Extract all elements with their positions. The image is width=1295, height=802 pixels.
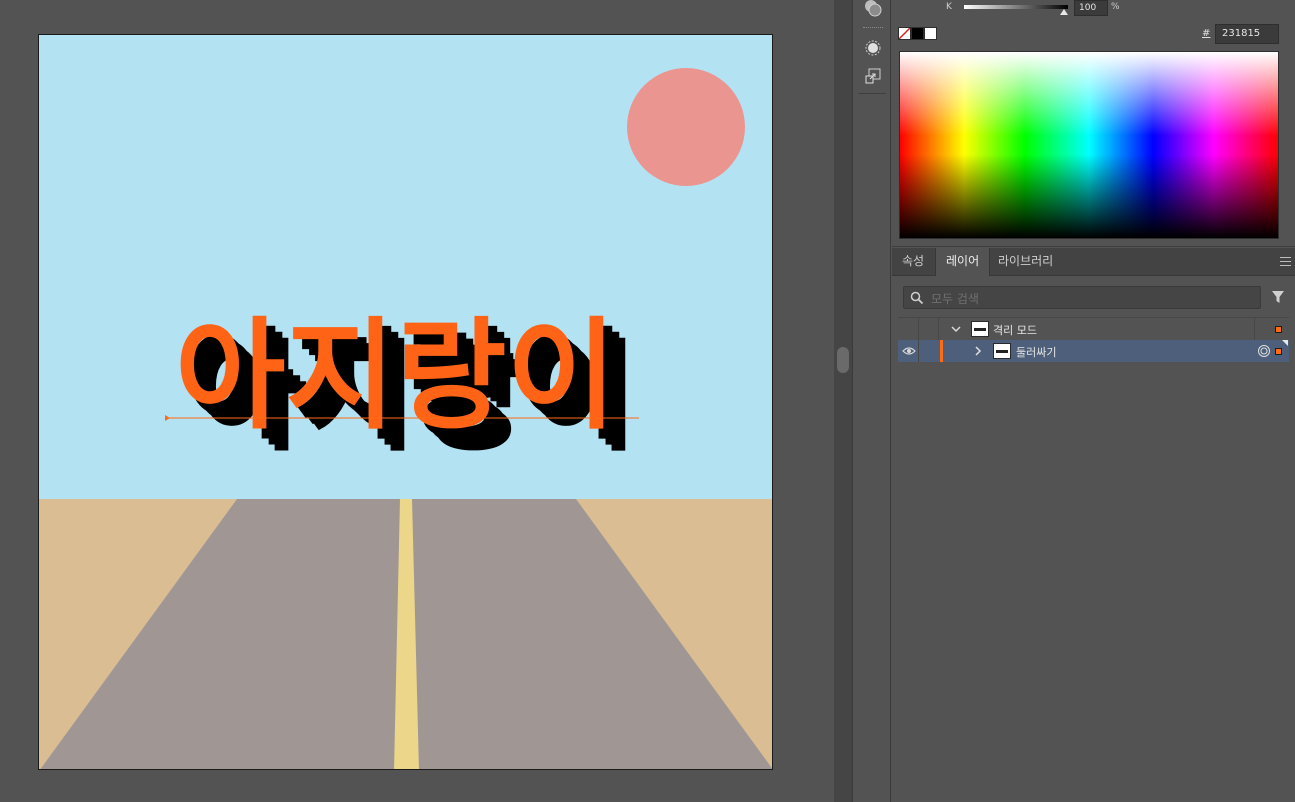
k-unit-label: % xyxy=(1111,2,1120,12)
right-panel-dock: K 100 % # 231815 속성 레이어 라이브러리 모두 검색 격리 모… xyxy=(892,0,1295,802)
target-circle-icon[interactable] xyxy=(1257,344,1271,358)
k-value-field[interactable]: 100 xyxy=(1074,0,1108,16)
layer-name[interactable]: 둘러싸기 xyxy=(1016,344,1056,360)
search-placeholder: 모두 검색 xyxy=(931,292,979,306)
k-channel-slider[interactable] xyxy=(964,5,1068,9)
color-panel: K 100 % # 231815 xyxy=(892,0,1295,247)
tab-layers[interactable]: 레이어 xyxy=(935,248,991,276)
layer-thumbnail xyxy=(971,321,989,337)
chevron-down-icon[interactable] xyxy=(951,324,961,334)
white-swatch[interactable] xyxy=(924,27,937,40)
k-channel-label: K xyxy=(946,2,952,12)
chevron-right-icon[interactable] xyxy=(973,346,983,356)
sun-circle xyxy=(627,68,745,186)
layer-row-isolation-mode[interactable]: 격리 모드 xyxy=(898,318,1289,340)
selection-marker[interactable] xyxy=(1275,348,1282,355)
panel-menu-icon[interactable] xyxy=(1280,257,1291,266)
panel-tab-bar: 속성 레이어 라이브러리 xyxy=(892,248,1295,276)
hex-hash-label: # xyxy=(1202,28,1211,39)
artwork[interactable]: 아지랑이 아지랑이 아지랑이 아지랑이 xyxy=(39,35,773,770)
layer-color-bar xyxy=(940,340,943,362)
filter-icon[interactable] xyxy=(1271,290,1285,304)
vertical-scrollbar[interactable] xyxy=(834,0,852,802)
black-swatch[interactable] xyxy=(911,27,924,40)
search-icon xyxy=(910,291,924,305)
layer-search-field[interactable]: 모두 검색 xyxy=(903,286,1261,309)
scrollbar-thumb[interactable] xyxy=(837,347,849,373)
transparency-panel-icon[interactable] xyxy=(863,0,883,18)
toolstrip-divider xyxy=(859,93,886,94)
hex-color-input[interactable]: 231815 xyxy=(1215,24,1279,44)
layer-thumbnail xyxy=(993,343,1011,359)
headline-text: 아지랑이 xyxy=(175,307,617,446)
selected-art-corner-icon xyxy=(1282,340,1288,346)
document-workspace[interactable]: 아지랑이 아지랑이 아지랑이 아지랑이 xyxy=(0,0,834,802)
selection-marker[interactable] xyxy=(1275,326,1282,333)
k-slider-handle[interactable] xyxy=(1060,9,1068,15)
eye-icon[interactable] xyxy=(902,346,916,356)
color-spectrum-picker[interactable] xyxy=(899,51,1279,239)
layer-name[interactable]: 격리 모드 xyxy=(993,322,1037,338)
transform-panel-icon[interactable] xyxy=(863,66,883,86)
headline-text-group: 아지랑이 아지랑이 아지랑이 아지랑이 xyxy=(175,307,639,468)
layers-list: 격리 모드 둘러싸기 xyxy=(898,317,1289,802)
layer-row-wrap[interactable]: 둘러싸기 xyxy=(898,340,1289,362)
appearance-panel-icon[interactable] xyxy=(863,38,883,58)
tab-libraries[interactable]: 라이브러리 xyxy=(988,248,1063,276)
panel-icon-strip xyxy=(852,0,891,802)
panel-grip[interactable] xyxy=(863,27,883,30)
tab-properties[interactable]: 속성 xyxy=(892,248,934,276)
none-swatch[interactable] xyxy=(898,27,911,40)
artboard[interactable]: 아지랑이 아지랑이 아지랑이 아지랑이 xyxy=(38,34,773,770)
